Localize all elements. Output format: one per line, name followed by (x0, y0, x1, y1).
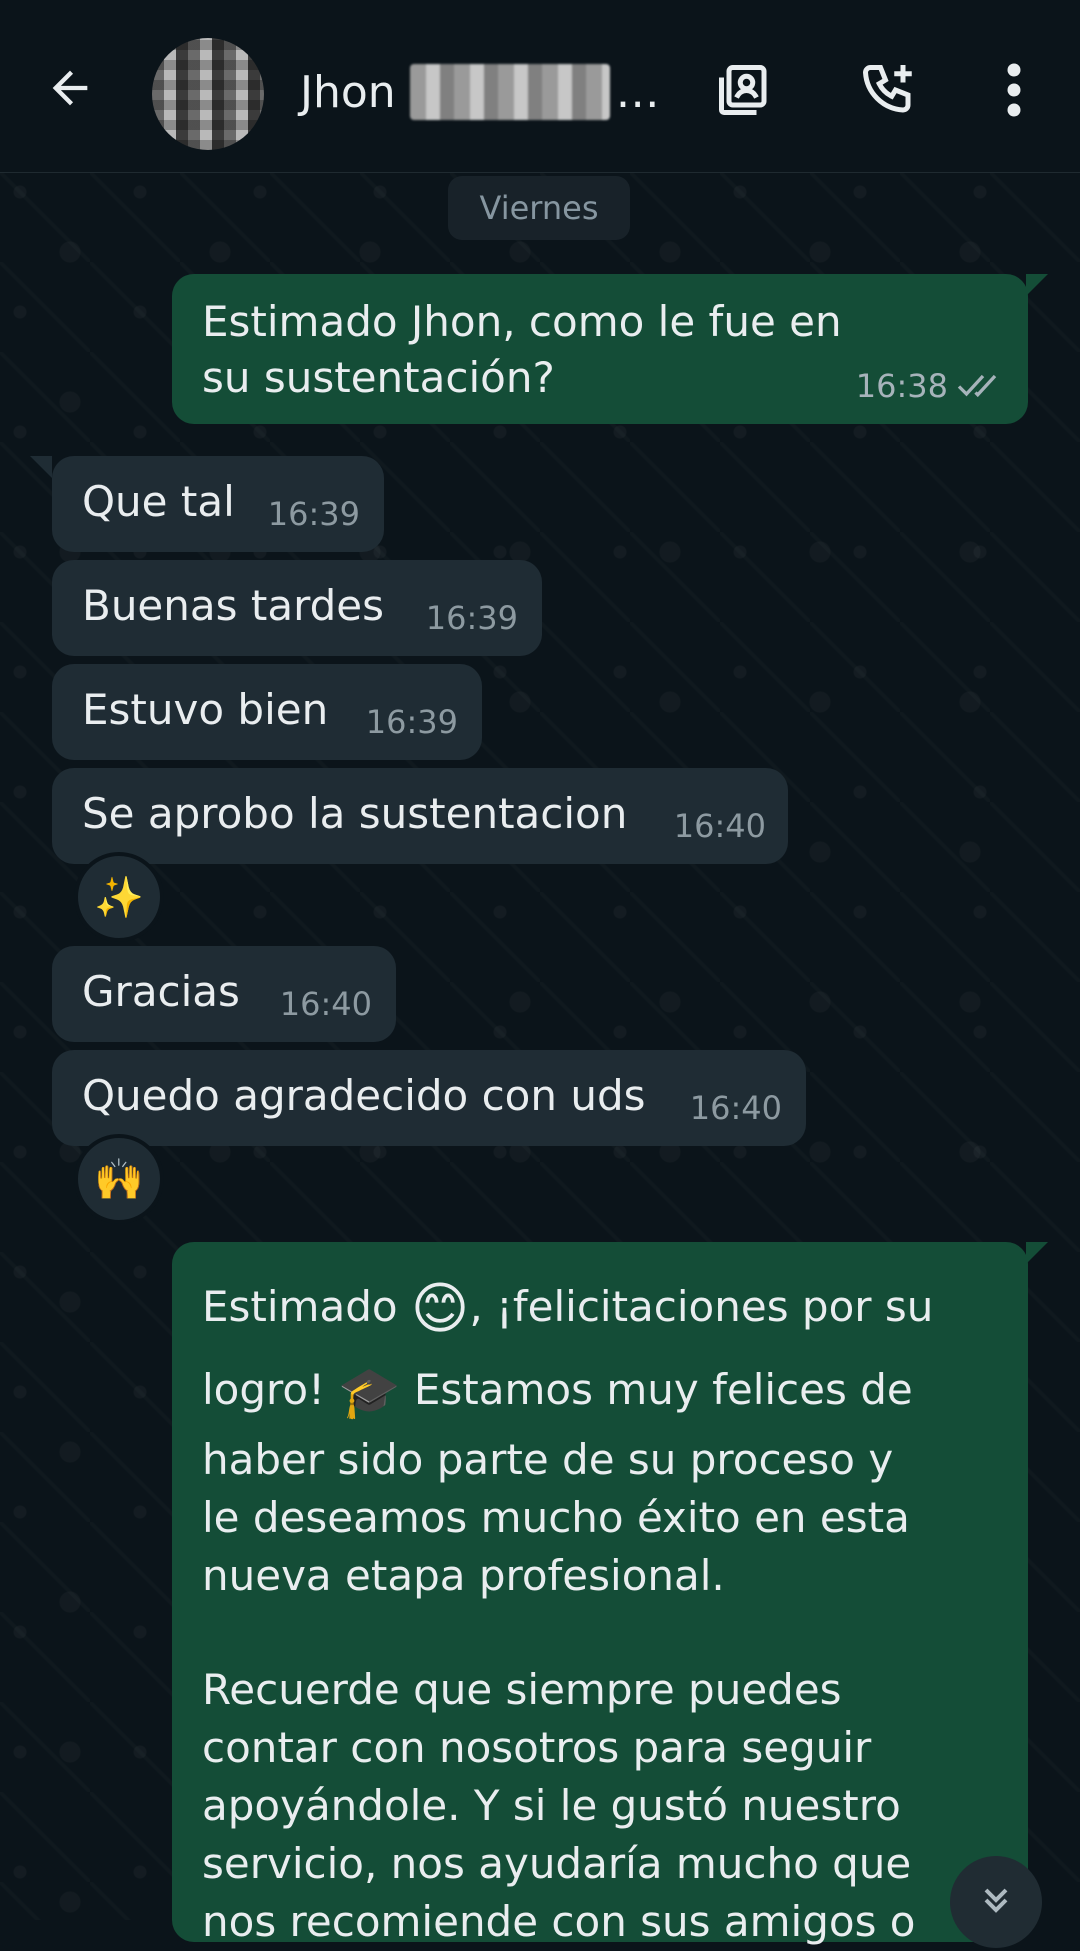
message-text: haber sido parte de su proceso y le dese… (202, 1435, 910, 1600)
message-time: 16:39 (365, 703, 458, 741)
bubble-tail (1026, 274, 1048, 296)
message-text: , ¡felicitaciones por su (469, 1282, 934, 1331)
outgoing-message[interactable]: Estimado 😊, ¡felicitaciones por su logro… (172, 1242, 1028, 1946)
message-time: 16:40 (689, 1089, 782, 1127)
redacted-name-blur (409, 64, 610, 120)
back-arrow-icon[interactable] (40, 58, 100, 118)
reaction-raising-hands[interactable]: 🙌 (74, 1134, 164, 1224)
message-text: Se aprobo la sustentacion (82, 789, 628, 838)
read-checkmarks-icon (956, 358, 1004, 414)
incoming-message[interactable]: Quedo agradecido con uds 16:40 (52, 1050, 806, 1146)
message-text: Buenas tardes (82, 581, 384, 630)
message-text: Que tal (82, 477, 235, 526)
scroll-to-bottom-button[interactable] (950, 1856, 1042, 1948)
message-text: Estuvo bien (82, 685, 329, 734)
message-text: logro! (202, 1364, 339, 1414)
contact-card-icon[interactable] (712, 58, 776, 122)
graduation-cap-emoji: 🎓 (338, 1363, 401, 1421)
message-text: Recuerde que siempre puedes contar con n… (202, 1665, 916, 1946)
incoming-message[interactable]: Estuvo bien 16:39 (52, 664, 482, 760)
message-time: 16:39 (425, 599, 518, 637)
smiling-face-emoji: 😊 (410, 1276, 470, 1342)
message-text: Estimado (202, 1282, 411, 1331)
message-text: Estamos muy felices de (400, 1364, 913, 1414)
message-text: Gracias (82, 967, 240, 1016)
message-time: 16:40 (673, 807, 766, 845)
message-time: 16:40 (279, 985, 372, 1023)
contact-name: Jhon (300, 66, 396, 118)
title-ellipsis: … (615, 66, 660, 118)
message-line: logro! 🎓 Estamos muy felices de (202, 1351, 998, 1432)
incoming-message[interactable]: Se aprobo la sustentacion 16:40 (52, 768, 788, 864)
message-time: 16:39 (267, 495, 360, 533)
message-text: Quedo agradecido con uds (82, 1071, 646, 1120)
add-call-icon[interactable] (856, 58, 920, 122)
incoming-message[interactable]: Buenas tardes 16:39 (52, 560, 542, 656)
incoming-message[interactable]: Gracias 16:40 (52, 946, 396, 1042)
message-time: 16:38 (855, 367, 948, 405)
reaction-sparkles[interactable]: ✨ (74, 852, 164, 942)
more-options-icon[interactable] (982, 58, 1046, 122)
contact-avatar[interactable] (152, 38, 264, 150)
incoming-message[interactable]: Que tal 16:39 (52, 456, 384, 552)
date-chip: Viernes (448, 176, 630, 240)
chat-header: Jhon … (0, 0, 1080, 173)
double-chevron-down-icon (976, 1880, 1016, 1924)
bubble-tail (1026, 1242, 1048, 1264)
message-text: Estimado Jhon, como le fue en su sustent… (202, 297, 842, 402)
outgoing-message[interactable]: Estimado Jhon, como le fue en su sustent… (172, 274, 1028, 424)
message-line: Estimado 😊, ¡felicitaciones por su (202, 1266, 998, 1351)
contact-title[interactable]: Jhon … (300, 62, 660, 122)
bubble-tail (30, 456, 52, 478)
